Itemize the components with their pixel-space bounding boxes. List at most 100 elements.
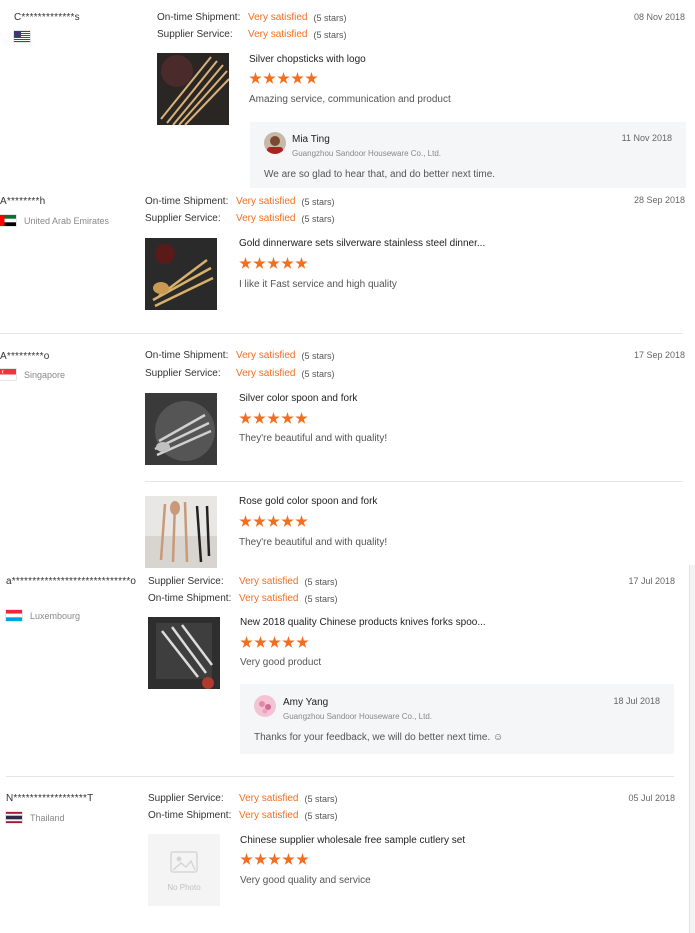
star-icon xyxy=(249,72,262,84)
rating-label: On-time Shipment: xyxy=(157,12,241,23)
product-image[interactable] xyxy=(145,496,217,568)
product-title[interactable]: Gold dinnerware sets silverware stainles… xyxy=(239,238,485,249)
star-rating xyxy=(239,515,308,528)
rating-value: Very satisfied xyxy=(236,350,296,361)
rating-stars-text: (5 stars) xyxy=(304,593,338,604)
star-icon xyxy=(296,636,309,648)
country-label: United Arab Emirates xyxy=(24,215,110,226)
star-icon xyxy=(254,853,267,865)
review-card: a*****************************o Luxembou… xyxy=(0,567,695,777)
star-icon xyxy=(268,853,281,865)
review-date: 28 Sep 2018 xyxy=(633,195,685,205)
rating-label: On-time Shipment: xyxy=(145,350,229,361)
reply-text: Thanks for your feedback, we will do bet… xyxy=(254,732,504,743)
product-title[interactable]: New 2018 quality Chinese products knives… xyxy=(240,617,486,628)
star-icon xyxy=(267,257,280,269)
review-comment: Very good product xyxy=(240,657,322,668)
buyer-country: Luxembourg xyxy=(6,610,80,621)
review-comment: Very good quality and service xyxy=(240,875,371,886)
rating-row: On-time Shipment: Very satisfied (5 star… xyxy=(145,350,335,361)
rating-value: Very satisfied xyxy=(239,593,299,604)
reply-text: We are so glad to hear that, and do bett… xyxy=(264,169,496,180)
rating-value: Very satisfied xyxy=(248,12,308,23)
flag-uae-icon xyxy=(0,215,16,226)
star-rating xyxy=(240,636,309,649)
country-label: Luxembourg xyxy=(30,610,81,621)
star-icon xyxy=(239,515,252,527)
star-icon xyxy=(240,636,253,648)
supplier-reply: Amy Yang Guangzhou Sandoor Houseware Co.… xyxy=(240,684,674,754)
buyer-name: A*********o xyxy=(0,351,50,362)
rating-row: On-time Shipment: Very satisfied (5 star… xyxy=(157,12,347,23)
rating-stars-text: (5 stars) xyxy=(313,29,347,40)
rating-row: Supplier Service: Very satisfied (5 star… xyxy=(157,29,347,40)
review-comment: They're beautiful and with quality! xyxy=(239,433,388,444)
review-comment: They're beautiful and with quality! xyxy=(239,537,388,548)
review-date: 17 Jul 2018 xyxy=(628,576,675,586)
avatar xyxy=(254,695,276,717)
star-icon xyxy=(263,72,276,84)
buyer-country: Thailand xyxy=(6,812,65,823)
product-image[interactable] xyxy=(145,238,217,310)
rating-value: Very satisfied xyxy=(236,368,296,379)
reply-date: 11 Nov 2018 xyxy=(621,133,672,143)
rating-value: Very satisfied xyxy=(248,29,308,40)
country-label: Singapore xyxy=(24,369,66,380)
rating-row: Supplier Service: Very satisfied (5 star… xyxy=(148,576,338,587)
product-title[interactable]: Silver chopsticks with logo xyxy=(249,54,366,65)
product-image[interactable] xyxy=(157,53,229,125)
star-rating xyxy=(239,257,308,270)
rating-stars-text: (5 stars) xyxy=(304,576,338,587)
rating-value: Very satisfied xyxy=(236,196,296,207)
product-title[interactable]: Silver color spoon and fork xyxy=(239,393,357,404)
rating-value: Very satisfied xyxy=(239,810,299,821)
rating-row: On-time Shipment: Very satisfied (5 star… xyxy=(148,810,338,821)
star-icon xyxy=(277,72,290,84)
star-icon xyxy=(291,72,304,84)
review-card: A*********o Singapore On-time Shipment: … xyxy=(0,345,695,568)
rating-label: Supplier Service: xyxy=(145,213,221,224)
rating-label: On-time Shipment: xyxy=(148,810,232,821)
review-card: A********h United Arab Emirates On-time … xyxy=(0,190,695,335)
reply-company: Guangzhou Sandoor Houseware Co., Ltd. xyxy=(283,712,432,721)
star-icon xyxy=(253,515,266,527)
review-date: 05 Jul 2018 xyxy=(628,793,675,803)
product-image-placeholder[interactable]: No Photo xyxy=(148,834,220,906)
product-image[interactable] xyxy=(148,617,220,689)
no-photo-label: No Photo xyxy=(167,883,201,892)
reply-author: Mia Ting xyxy=(292,134,330,145)
supplier-reply: Mia Ting Guangzhou Sandoor Houseware Co.… xyxy=(250,122,686,188)
scrollbar[interactable] xyxy=(689,565,695,933)
star-icon xyxy=(240,853,253,865)
star-icon xyxy=(281,515,294,527)
rating-value: Very satisfied xyxy=(236,213,296,224)
rating-stars-text: (5 stars) xyxy=(301,350,335,361)
rating-value: Very satisfied xyxy=(239,793,299,804)
rating-label: Supplier Service: xyxy=(148,793,224,804)
product-title[interactable]: Rose gold color spoon and fork xyxy=(239,496,377,507)
rating-label: Supplier Service: xyxy=(145,368,221,379)
buyer-country: Singapore xyxy=(0,369,65,380)
rating-value: Very satisfied xyxy=(239,576,299,587)
product-divider xyxy=(145,481,683,482)
buyer-name: a*****************************o xyxy=(6,576,137,587)
star-icon xyxy=(268,636,281,648)
rating-label: On-time Shipment: xyxy=(148,593,232,604)
rating-stars-text: (5 stars) xyxy=(301,213,335,224)
review-divider xyxy=(0,333,683,334)
star-icon xyxy=(295,412,308,424)
reply-author: Amy Yang xyxy=(283,697,329,708)
review-card: C*************s On-time Shipment: Very s… xyxy=(0,0,695,190)
star-icon xyxy=(295,257,308,269)
buyer-country xyxy=(14,31,38,42)
rating-stars-text: (5 stars) xyxy=(304,793,338,804)
review-comment: Amazing service, communication and produ… xyxy=(249,94,451,105)
rating-stars-text: (5 stars) xyxy=(304,810,338,821)
product-title[interactable]: Chinese supplier wholesale free sample c… xyxy=(240,835,465,846)
rating-row: On-time Shipment: Very satisfied (5 star… xyxy=(145,196,335,207)
product-image[interactable] xyxy=(145,393,217,465)
reply-company: Guangzhou Sandoor Houseware Co., Ltd. xyxy=(292,149,441,158)
buyer-country: United Arab Emirates xyxy=(0,215,109,226)
star-icon xyxy=(281,412,294,424)
star-icon xyxy=(282,636,295,648)
